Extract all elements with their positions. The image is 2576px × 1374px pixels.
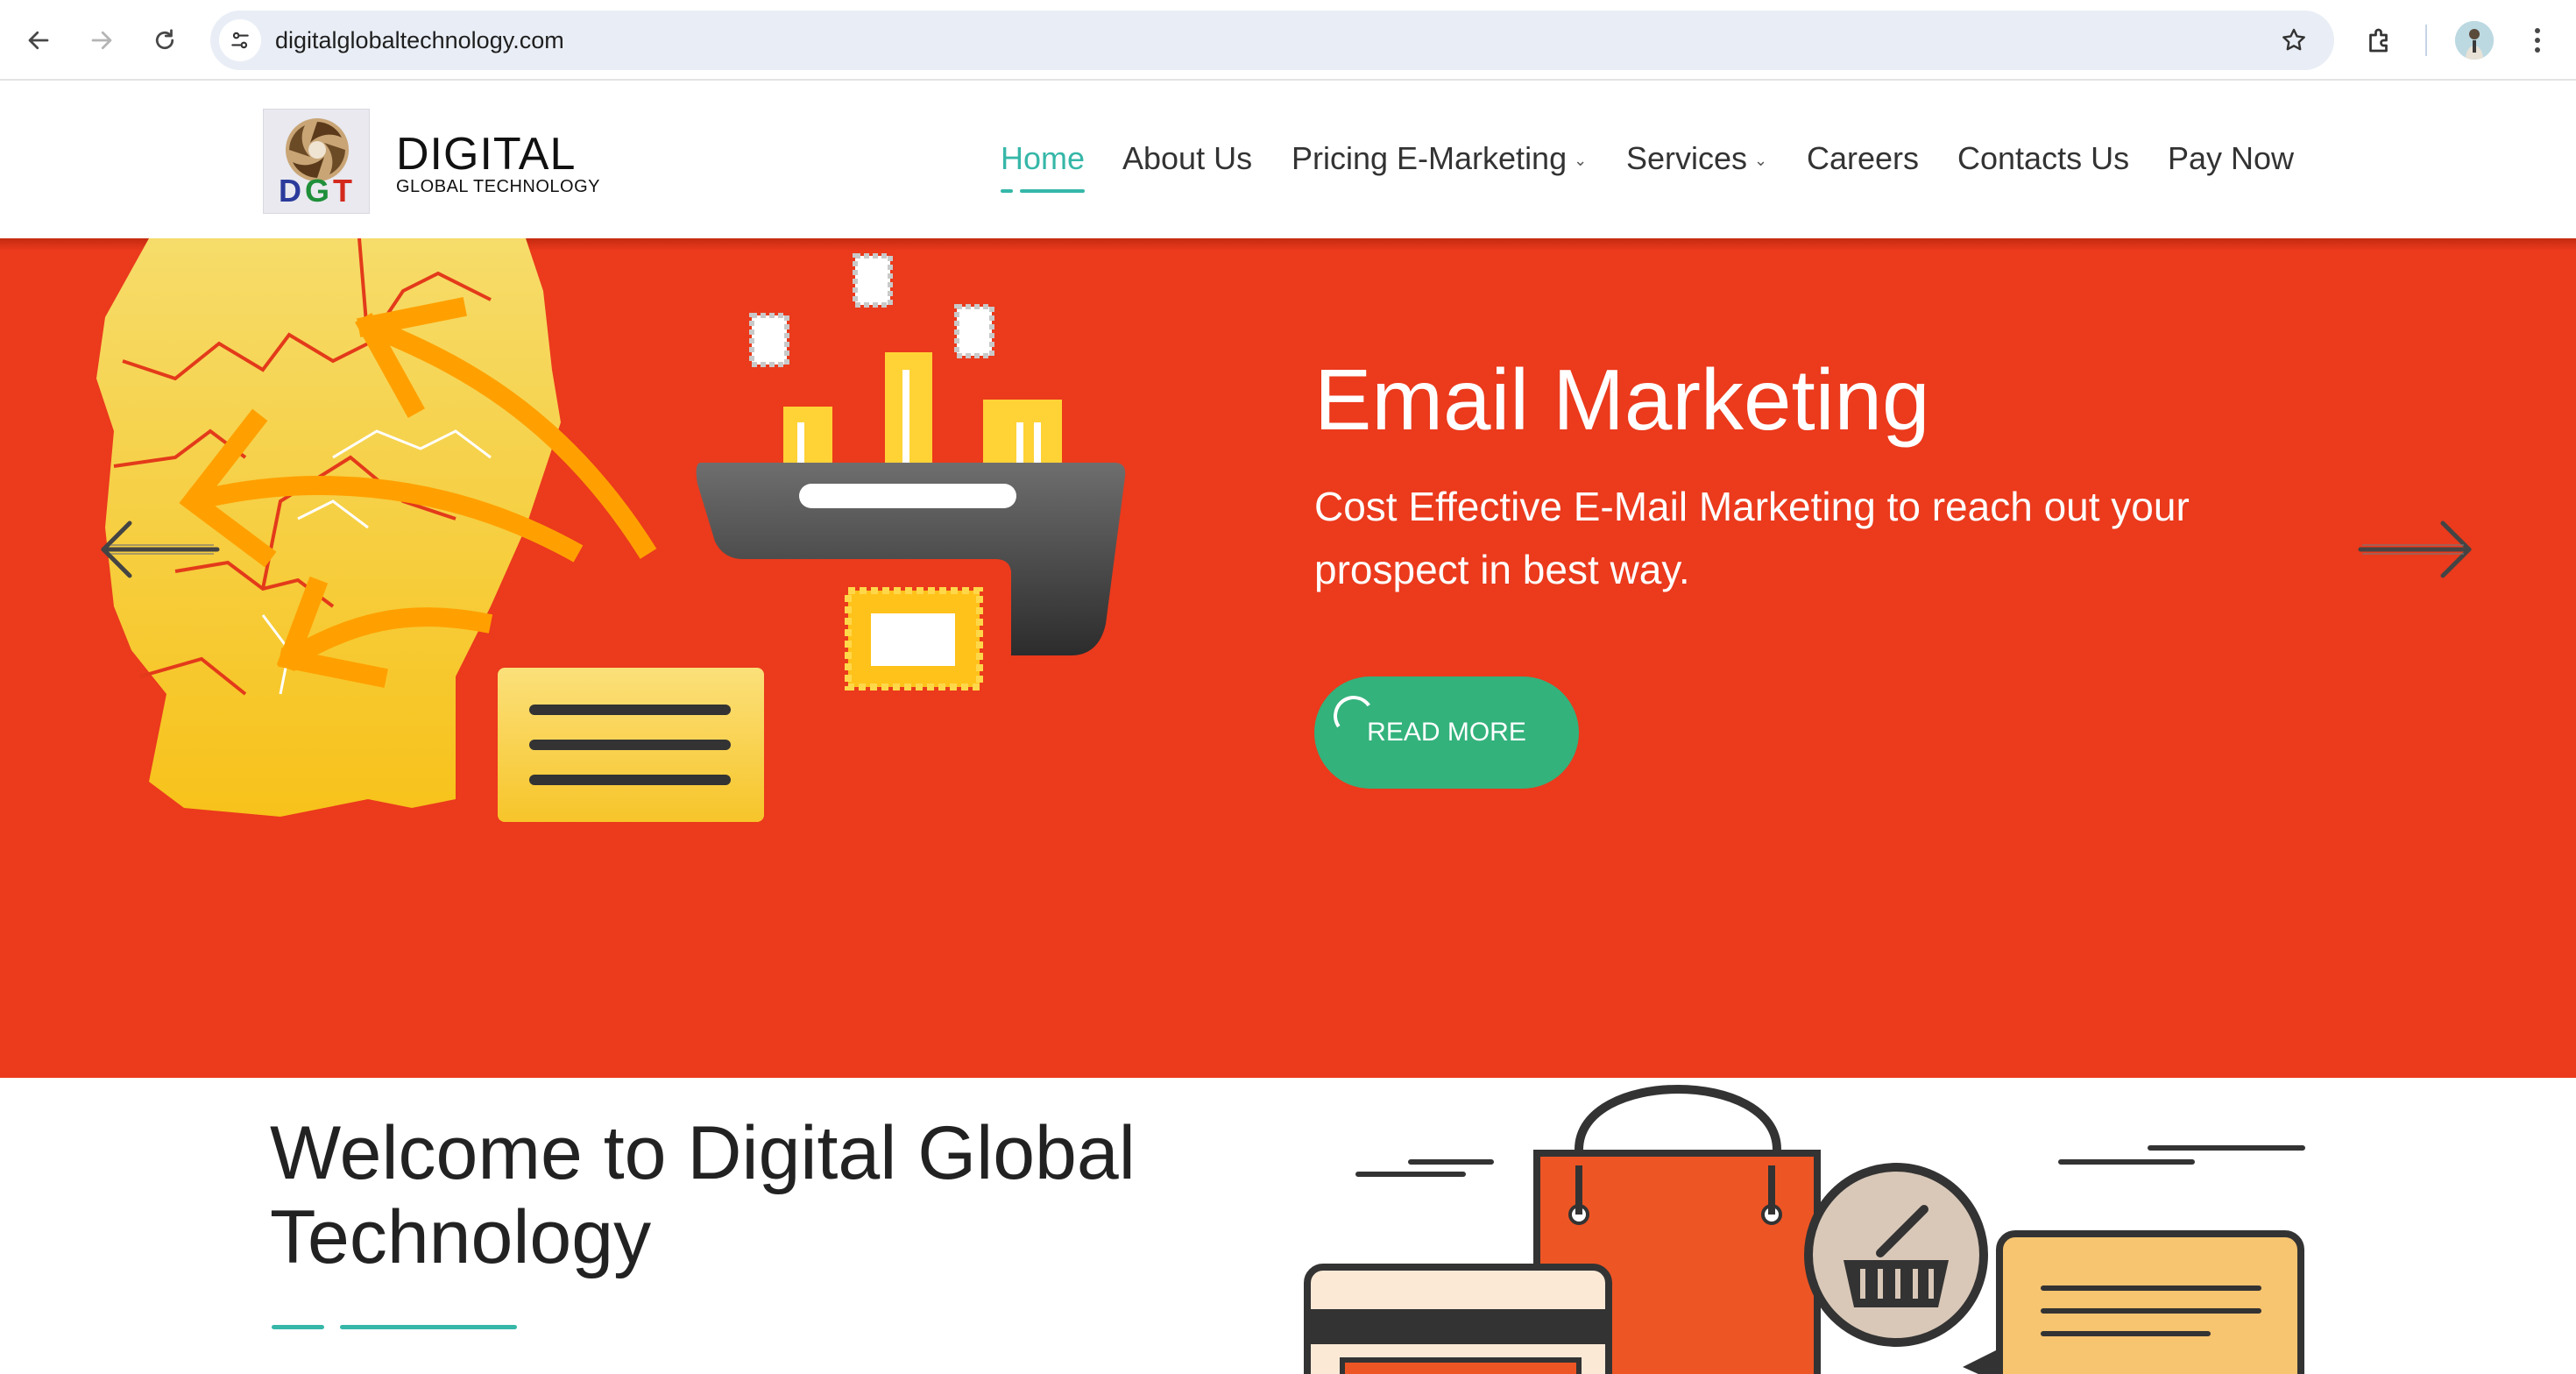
chevron-down-icon: ⌄ — [1574, 151, 1588, 169]
extensions-puzzle-icon[interactable] — [2360, 21, 2399, 60]
heading-underline — [340, 1325, 517, 1329]
logo-letters: DGT — [278, 173, 356, 209]
nav-contacts-label: Contacts Us — [1957, 140, 2130, 176]
nav-home-label: Home — [1001, 140, 1086, 176]
active-nav-indicator — [1001, 189, 1013, 193]
active-nav-indicator — [1020, 189, 1085, 193]
forward-arrow-icon[interactable] — [81, 19, 123, 61]
hero-description: Cost Effective E-Mail Marketing to reach… — [1314, 484, 2190, 592]
nav-careers[interactable]: Careers — [1807, 140, 1919, 177]
more-menu-icon[interactable] — [2520, 21, 2555, 60]
site-logo[interactable]: DGT — [263, 109, 370, 214]
nav-home[interactable]: Home — [1001, 140, 1085, 177]
chevron-down-icon: ⌄ — [1754, 151, 1768, 169]
nav-careers-label: Careers — [1807, 140, 1920, 176]
nav-pricing-e-marketing[interactable]: Pricing E-Marketing ⌄ — [1292, 140, 1587, 177]
nav-pricing-label: Pricing E-Marketing — [1292, 140, 1568, 176]
bookmark-star-icon[interactable] — [2276, 23, 2311, 58]
site-header: DGT DIGITAL GLOBAL TECHNOLOGY Home About… — [0, 82, 2576, 238]
heading-underline — [272, 1325, 324, 1329]
slider-prev-arrow-icon[interactable] — [100, 519, 223, 580]
nav-pay-now[interactable]: Pay Now — [2168, 140, 2294, 177]
welcome-heading: Welcome to Digital Global Technology — [270, 1111, 1136, 1279]
site-settings-icon[interactable] — [219, 19, 261, 61]
address-bar[interactable]: digitalglobaltechnology.com — [210, 11, 2334, 70]
email-marketing-illustration — [96, 238, 1126, 822]
browser-toolbar: digitalglobaltechnology.com — [0, 0, 2576, 81]
back-arrow-icon[interactable] — [18, 19, 60, 61]
read-more-button[interactable]: READ MORE — [1314, 676, 1579, 789]
read-more-label: READ MORE — [1367, 718, 1526, 747]
nav-about-us-label: About Us — [1122, 140, 1253, 176]
hero-title: Email Marketing — [1314, 351, 1930, 448]
profile-avatar-icon[interactable] — [2455, 21, 2494, 60]
nav-contacts-us[interactable]: Contacts Us — [1957, 140, 2129, 177]
slider-next-arrow-icon[interactable] — [2357, 519, 2474, 580]
brand-subtitle: GLOBAL TECHNOLOGY — [396, 177, 601, 196]
nav-about-us[interactable]: About Us — [1122, 140, 1252, 177]
welcome-section: Welcome to Digital Global Technology — [0, 1078, 2576, 1374]
nav-services[interactable]: Services ⌄ — [1626, 140, 1767, 177]
brand-name[interactable]: DIGITAL — [396, 128, 576, 181]
nav-services-label: Services — [1626, 140, 1748, 176]
url-text[interactable]: digitalglobaltechnology.com — [275, 11, 564, 70]
reload-icon[interactable] — [144, 19, 186, 61]
ecommerce-illustration — [1304, 1085, 2305, 1374]
hero-slider: Email Marketing Cost Effective E-Mail Ma… — [0, 238, 2576, 1078]
nav-pay-now-label: Pay Now — [2168, 140, 2295, 176]
toolbar-divider — [2425, 25, 2427, 56]
